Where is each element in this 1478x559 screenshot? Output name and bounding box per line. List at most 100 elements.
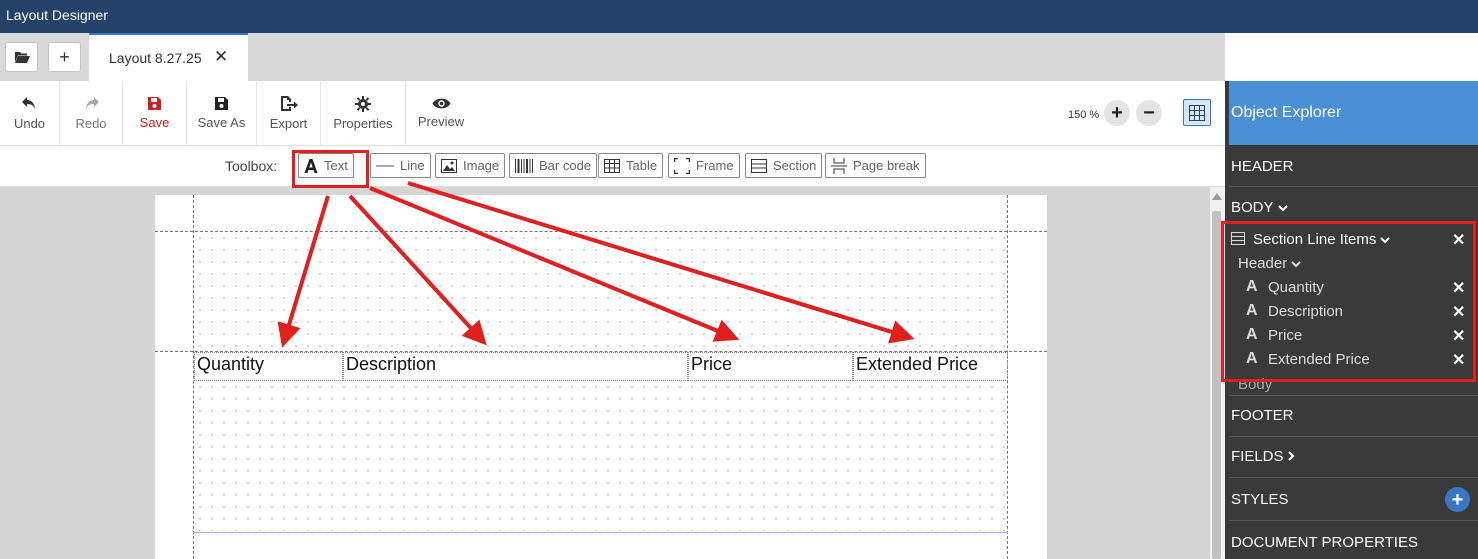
tool-frame[interactable]: Frame — [668, 153, 740, 178]
image-icon — [441, 158, 457, 173]
save-button[interactable]: Save — [123, 81, 187, 145]
zoom-out-button[interactable]: − — [1136, 100, 1162, 126]
tool-barcode-label: Bar code — [539, 158, 592, 173]
explorer-body[interactable]: BODY — [1231, 199, 1288, 216]
explorer-section-body[interactable]: Body — [1238, 376, 1272, 393]
eye-icon — [432, 98, 450, 109]
properties-button[interactable]: Properties — [321, 81, 406, 145]
table-icon — [604, 158, 620, 173]
chevron-down-icon — [1380, 237, 1391, 244]
undo-icon — [21, 96, 35, 110]
section-icon — [751, 158, 767, 173]
remove-quantity-icon[interactable]: ✕ — [1452, 278, 1465, 298]
divider — [1229, 477, 1478, 478]
tool-page-break[interactable]: Page break — [825, 153, 926, 178]
save-as-button[interactable]: Save As — [187, 81, 257, 145]
save-label: Save — [139, 115, 170, 130]
save-as-label: Save As — [197, 115, 246, 130]
grid-icon — [1189, 104, 1205, 121]
object-explorer-panel — [1225, 81, 1478, 559]
undo-button[interactable]: Undo — [0, 81, 60, 145]
tool-section-label: Section — [773, 158, 817, 173]
tool-table[interactable]: Table — [598, 153, 664, 178]
redo-label: Redo — [75, 115, 107, 131]
add-style-button[interactable]: + — [1445, 487, 1470, 512]
zoom-in-button[interactable]: + — [1104, 100, 1130, 126]
tool-line[interactable]: Line — [370, 153, 431, 178]
header-section-grid — [194, 232, 1008, 352]
fields-label: FIELDS — [1231, 448, 1284, 465]
tab-bar: + Layout 8.27.25 ✕ — [0, 33, 1225, 81]
properties-label: Properties — [333, 115, 393, 131]
tool-barcode[interactable]: Bar code — [509, 153, 598, 178]
zoom-level: 150 % — [1068, 109, 1100, 121]
export-icon — [281, 96, 298, 111]
remove-description-icon[interactable]: ✕ — [1452, 302, 1465, 322]
remove-section-icon[interactable]: ✕ — [1452, 230, 1465, 250]
explorer-section-header[interactable]: Header — [1238, 255, 1301, 272]
save-icon — [148, 97, 161, 110]
explorer-item-quantity[interactable]: Quantity — [1268, 279, 1324, 296]
explorer-item-description[interactable]: Description — [1268, 303, 1343, 320]
tab-layout[interactable]: Layout 8.27.25 ✕ — [89, 33, 248, 81]
remove-price-icon[interactable]: ✕ — [1452, 326, 1465, 346]
line-icon — [376, 165, 394, 166]
explorer-body-label: BODY — [1231, 199, 1274, 216]
divider — [1229, 520, 1478, 521]
frame-icon — [674, 157, 690, 174]
save-as-icon — [215, 97, 228, 110]
tool-text[interactable]: Text — [298, 153, 354, 178]
text-icon: A — [1246, 278, 1258, 295]
header-boundary-line — [155, 231, 1047, 232]
explorer-fields[interactable]: FIELDS — [1231, 448, 1295, 465]
preview-label: Preview — [417, 114, 465, 129]
quantity-text-box[interactable]: Quantity — [194, 352, 343, 381]
grid-toggle-button[interactable] — [1183, 99, 1211, 126]
explorer-section-line-items[interactable]: Section Line Items — [1253, 231, 1391, 248]
tool-section[interactable]: Section — [745, 153, 823, 178]
text-icon — [304, 158, 318, 173]
tab-label: Layout 8.27.25 — [109, 50, 202, 66]
text-icon: A — [1246, 350, 1258, 367]
tool-line-label: Line — [400, 158, 425, 173]
chevron-down-icon — [1277, 205, 1288, 212]
tool-frame-label: Frame — [696, 158, 734, 173]
text-icon: A — [1246, 326, 1258, 343]
explorer-header[interactable]: HEADER — [1231, 158, 1294, 175]
chevron-down-icon — [1291, 261, 1301, 268]
new-layout-button[interactable]: + — [48, 42, 81, 72]
tool-image[interactable]: Image — [435, 153, 506, 178]
body-bottom-line — [193, 532, 1008, 533]
price-text-box[interactable]: Price — [688, 352, 853, 381]
extended-price-text-box[interactable]: Extended Price — [853, 352, 1008, 381]
explorer-styles[interactable]: STYLES — [1231, 491, 1289, 508]
text-icon: A — [1246, 302, 1258, 319]
barcode-icon — [515, 158, 533, 173]
explorer-document-properties[interactable]: DOCUMENT PROPERTIES — [1231, 534, 1418, 551]
redo-button[interactable]: Redo — [60, 81, 123, 145]
folder-open-icon — [14, 52, 30, 63]
section-icon — [1231, 232, 1245, 245]
page-break-icon — [831, 157, 847, 174]
preview-button[interactable]: Preview — [406, 81, 476, 145]
divider — [1229, 395, 1478, 396]
export-button[interactable]: Export — [257, 81, 321, 145]
section-header-label: Header — [1238, 255, 1288, 272]
explorer-item-price[interactable]: Price — [1268, 327, 1302, 344]
scroll-up-arrow-icon[interactable] — [1212, 193, 1222, 200]
remove-extended-price-icon[interactable]: ✕ — [1452, 350, 1465, 370]
redo-icon — [86, 96, 99, 110]
toolbox: Toolbox: Text Line Image Bar code Table … — [0, 147, 1225, 187]
explorer-item-extended-price[interactable]: Extended Price — [1268, 351, 1370, 368]
scrollbar-thumb[interactable] — [1212, 211, 1221, 559]
object-explorer-title: Object Explorer — [1229, 81, 1478, 145]
explorer-footer[interactable]: FOOTER — [1231, 407, 1294, 424]
ribbon-toolbar: Undo Redo Save Save As Export Properties… — [0, 81, 1225, 146]
close-tab-icon[interactable]: ✕ — [214, 47, 228, 67]
tool-text-label: Text — [324, 158, 348, 173]
description-text-box[interactable]: Description — [343, 352, 688, 381]
open-button[interactable] — [5, 42, 38, 72]
divider — [1229, 436, 1478, 437]
tool-image-label: Image — [463, 158, 500, 173]
tool-page-break-label: Page break — [853, 158, 920, 173]
